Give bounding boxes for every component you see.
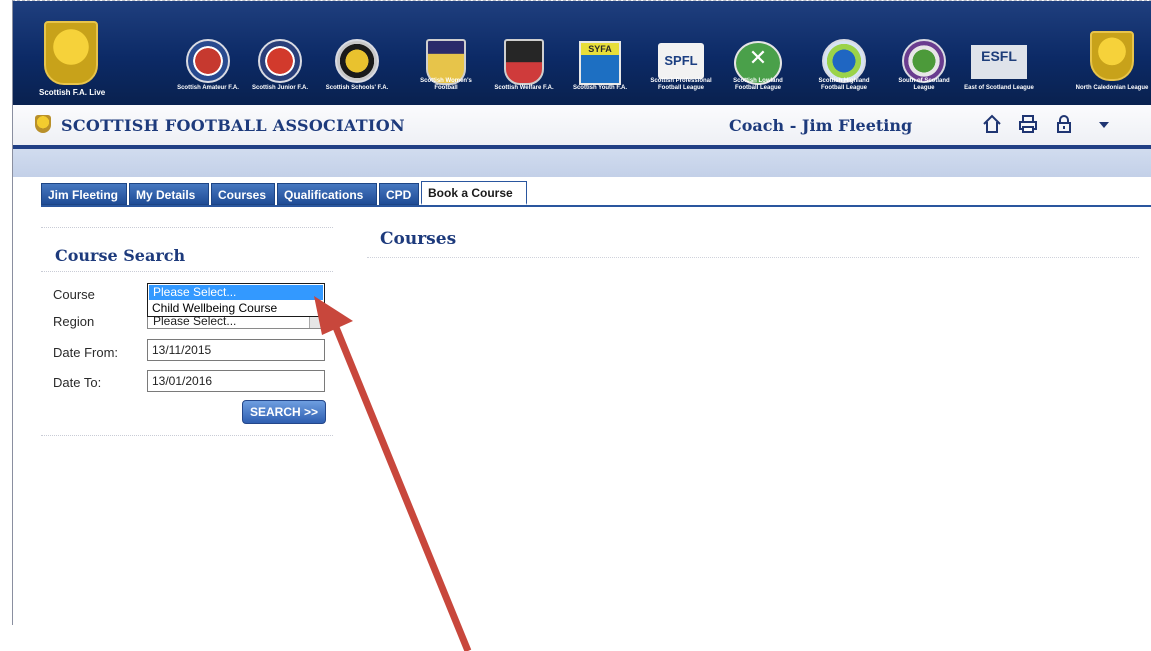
divider bbox=[41, 271, 333, 272]
course-search-panel: Course Search Course Region Please Selec… bbox=[41, 227, 333, 437]
region-label: Region bbox=[53, 314, 95, 329]
org-scottish-junior-fa[interactable]: Scottish Junior F.A. bbox=[245, 1, 315, 105]
date-to-label: Date To: bbox=[53, 375, 102, 390]
org-scottish-welfare-fa[interactable]: Scottish Welfare F.A. bbox=[489, 1, 559, 105]
org-scottish-youth-fa[interactable]: Scottish Youth F.A. bbox=[565, 1, 635, 105]
site-header: SCOTTISH FOOTBALL ASSOCIATION Coach - Ji… bbox=[13, 105, 1151, 149]
junior-fa-logo-icon bbox=[258, 39, 302, 83]
org-scottish-amateur-fa[interactable]: Scottish Amateur F.A. bbox=[173, 1, 243, 105]
org-east-of-scotland-league[interactable]: ESFL East of Scotland League bbox=[961, 1, 1037, 105]
tab-book-a-course[interactable]: Book a Course bbox=[421, 181, 527, 205]
spfl-logo-icon: SPFL bbox=[658, 43, 704, 79]
org-scottish-fa-live[interactable]: Scottish F.A. Live bbox=[31, 1, 111, 105]
syfa-logo-icon bbox=[579, 41, 621, 85]
course-option-child-wellbeing[interactable]: Child Wellbeing Course bbox=[148, 301, 324, 316]
org-scottish-lowland-league[interactable]: Scottish Lowland Football League bbox=[723, 1, 793, 105]
divider bbox=[41, 227, 333, 228]
course-search-heading: Course Search bbox=[55, 246, 186, 265]
date-to-input[interactable] bbox=[147, 370, 325, 392]
north-caledonian-logo-icon bbox=[1090, 31, 1134, 81]
divider bbox=[41, 435, 333, 436]
south-of-scotland-logo-icon bbox=[902, 39, 946, 83]
org-scottish-highland-league[interactable]: Scottish Highland Football League bbox=[807, 1, 881, 105]
sfa-crest-icon bbox=[35, 115, 51, 133]
lock-icon[interactable] bbox=[1053, 113, 1075, 135]
associations-banner: Scottish F.A. Live Scottish Amateur F.A.… bbox=[13, 1, 1151, 105]
header-strip bbox=[13, 149, 1151, 177]
schools-fa-logo-icon bbox=[335, 39, 379, 83]
highland-league-logo-icon bbox=[822, 39, 866, 83]
browser-viewport: Scottish F.A. Live Scottish Amateur F.A.… bbox=[12, 0, 1151, 625]
dropdown-arrow-icon[interactable] bbox=[1093, 113, 1115, 135]
org-spfl[interactable]: SPFL Scottish Professional Football Leag… bbox=[643, 1, 719, 105]
tab-courses[interactable]: Courses bbox=[211, 183, 275, 205]
divider bbox=[367, 257, 1139, 258]
course-select-dropdown[interactable]: Please Select... Child Wellbeing Course bbox=[147, 283, 325, 317]
tab-bar: Jim Fleeting My Details Courses Qualific… bbox=[41, 181, 1151, 207]
current-user-label: Coach - Jim Fleeting bbox=[729, 116, 913, 135]
search-button[interactable]: SEARCH >> bbox=[242, 400, 326, 424]
course-label: Course bbox=[53, 287, 95, 302]
org-scottish-womens-football[interactable]: Scottish Women's Football bbox=[411, 1, 481, 105]
date-from-input[interactable] bbox=[147, 339, 325, 361]
course-option-please-select[interactable]: Please Select... bbox=[149, 285, 323, 300]
amateur-fa-logo-icon bbox=[186, 39, 230, 83]
date-from-label: Date From: bbox=[53, 345, 119, 360]
esfl-logo-icon: ESFL bbox=[971, 45, 1027, 79]
org-south-of-scotland-league[interactable]: South of Scotland League bbox=[889, 1, 959, 105]
courses-heading: Courses bbox=[380, 229, 457, 249]
tab-my-details[interactable]: My Details bbox=[129, 183, 209, 205]
tab-qualifications[interactable]: Qualifications bbox=[277, 183, 377, 205]
org-north-caledonian-league[interactable]: North Caledonian League bbox=[1073, 1, 1151, 105]
welfare-fa-logo-icon bbox=[504, 39, 544, 85]
site-title: SCOTTISH FOOTBALL ASSOCIATION bbox=[61, 116, 405, 135]
print-icon[interactable] bbox=[1017, 113, 1039, 135]
scottish-fa-crest-icon bbox=[44, 21, 98, 85]
org-scottish-schools-fa[interactable]: Scottish Schools' F.A. bbox=[317, 1, 397, 105]
tab-jim-fleeting[interactable]: Jim Fleeting bbox=[41, 183, 127, 205]
home-icon[interactable] bbox=[981, 113, 1003, 135]
tab-cpd[interactable]: CPD bbox=[379, 183, 419, 205]
